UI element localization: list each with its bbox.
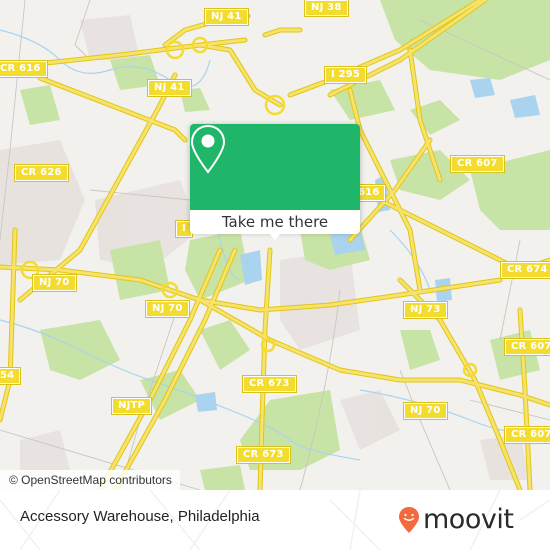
map-attribution[interactable]: © OpenStreetMap contributors: [0, 470, 180, 490]
road-shield-cr607: CR 607: [504, 426, 550, 444]
road-shield-cr673: CR 673: [242, 375, 297, 393]
place-name: Accessory Warehouse, Philadelphia: [20, 508, 260, 525]
road-shield-nj70: NJ 70: [32, 274, 77, 292]
road-shield-nj41: NJ 41: [204, 8, 249, 26]
road-shield-njtp: NJTP: [110, 397, 153, 415]
road-shield-cr616: CR 616: [0, 60, 48, 78]
road-shield-nj73: NJ 73: [403, 301, 448, 319]
road-shield-cr626: CR 626: [14, 164, 69, 182]
road-shield-i295: I 295: [323, 66, 368, 84]
road-shield-cr607: CR 607: [504, 338, 550, 356]
map-view[interactable]: NJ 41 NJ 38 CR 616 I 295 NJ 41 CR 626 CR…: [0, 0, 550, 490]
road-shield-cr564: 54: [0, 367, 22, 385]
map-tiles: [0, 0, 550, 490]
moovit-wordmark: moovit: [423, 504, 514, 535]
popup-pointer: [268, 232, 282, 240]
road-shield-cr607: CR 607: [450, 155, 505, 173]
road-shield-nj41: NJ 41: [147, 79, 192, 97]
location-popup[interactable]: Take me there: [190, 124, 360, 240]
footer-bar: Accessory Warehouse, Philadelphia moovit: [0, 490, 550, 550]
road-shield-nj38: NJ 38: [304, 0, 349, 17]
road-shield-nj70: NJ 70: [145, 300, 190, 318]
moovit-smiley-pin-icon: [399, 507, 419, 533]
map-pin-icon: [190, 124, 226, 174]
road-shield-cr674: CR 674: [500, 261, 550, 279]
take-me-there-button[interactable]: Take me there: [190, 210, 360, 234]
road-shield-cr673: CR 673: [236, 446, 291, 464]
road-shield-nj70: NJ 70: [403, 402, 448, 420]
moovit-logo[interactable]: moovit: [398, 503, 514, 537]
popup-header: [190, 124, 360, 210]
